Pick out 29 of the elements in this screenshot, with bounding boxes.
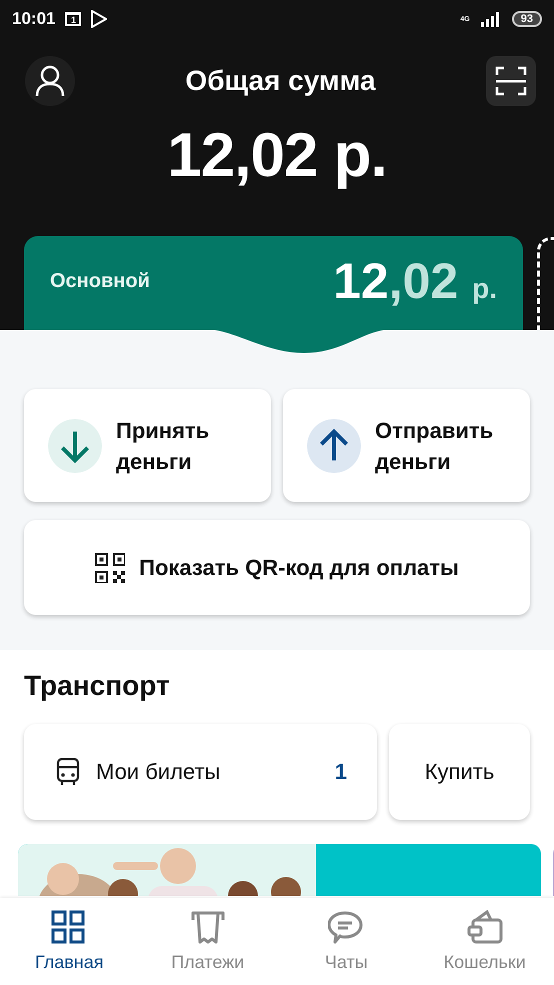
section-title: Транспорт: [24, 670, 171, 702]
screen-title: Общая сумма: [185, 65, 376, 97]
wallet-name: Основной: [50, 270, 150, 292]
chat-icon: [328, 910, 364, 946]
arrow-down-icon: [48, 418, 102, 472]
signal-icon: [480, 11, 502, 27]
calendar-icon: 1: [65, 12, 82, 26]
scan-icon: [494, 66, 527, 96]
wallet-icon: [466, 910, 503, 946]
receipt-icon: [190, 910, 226, 946]
battery-level: 93: [512, 11, 542, 27]
nav-tab[interactable]: Главная: [0, 898, 138, 985]
bus-icon: [56, 758, 80, 786]
profile-button[interactable]: [25, 56, 75, 106]
status-time: 10:01: [12, 9, 56, 29]
wallet-balance: 12,02 р.: [333, 252, 497, 310]
receive-money-button[interactable]: Принять деньги: [24, 389, 271, 502]
buy-button[interactable]: Купить: [389, 724, 530, 820]
arrow-up-icon: [307, 418, 361, 472]
scan-button[interactable]: [486, 56, 536, 106]
play-store-icon: [91, 10, 108, 28]
send-money-button[interactable]: Отправить деньги: [283, 389, 530, 502]
grid-icon: [51, 910, 88, 946]
my-tickets-button[interactable]: Мои билеты 1: [24, 724, 377, 820]
person-icon: [35, 65, 65, 97]
show-qr-button[interactable]: Показать QR-код для оплаты: [24, 520, 530, 615]
qr-code-icon: [95, 552, 126, 582]
total-amount: 12,02 р.: [166, 120, 388, 191]
promo-banner[interactable]: [18, 844, 541, 896]
